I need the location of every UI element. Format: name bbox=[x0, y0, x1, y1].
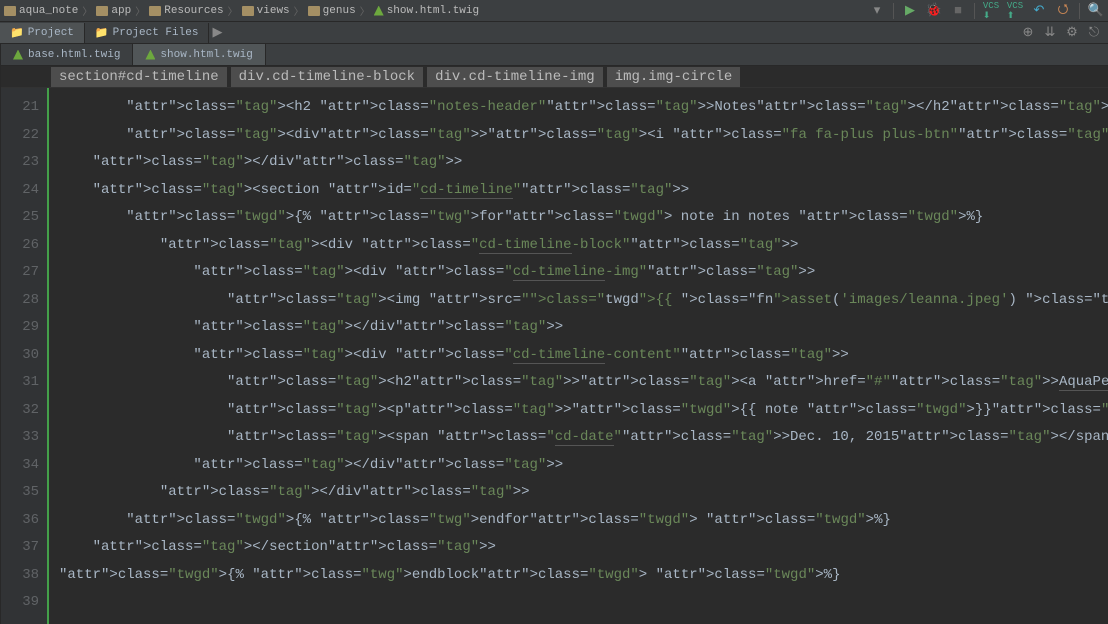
editor-tab[interactable]: base.html.twig bbox=[1, 44, 133, 65]
twig-icon bbox=[13, 50, 23, 60]
element-crumb[interactable]: div.cd-timeline-block bbox=[231, 67, 423, 87]
run-button[interactable]: ▶ bbox=[902, 3, 918, 19]
settings-icon[interactable]: ⚙ bbox=[1064, 25, 1080, 41]
breadcrumb-item[interactable]: genus bbox=[308, 5, 356, 17]
twig-icon bbox=[145, 50, 155, 60]
breadcrumb-item[interactable]: aqua_note bbox=[4, 5, 78, 17]
debug-button[interactable]: 🐞 bbox=[926, 3, 942, 19]
breadcrumb-bar: aqua_note〉app〉Resources〉views〉genus〉show… bbox=[0, 0, 1108, 22]
stop-button[interactable]: ■ bbox=[950, 3, 966, 19]
config-dropdown[interactable]: ▾ bbox=[869, 3, 885, 19]
element-crumb[interactable]: section#cd-timeline bbox=[51, 67, 227, 87]
vcs-commit-icon[interactable]: VCS⬆ bbox=[1007, 3, 1023, 19]
project-tool-tabs: 📁Project 📁Project Files ▶ ⊕ ⇊ ⚙ ⎋ bbox=[0, 22, 1108, 44]
locate-icon[interactable]: ⊕ bbox=[1020, 25, 1036, 41]
element-crumb[interactable]: img.img-circle bbox=[607, 67, 741, 87]
history-icon[interactable]: ↶ bbox=[1031, 3, 1047, 19]
breadcrumb-item[interactable]: Resources bbox=[149, 5, 223, 17]
tab-scroll-icon[interactable]: ▶ bbox=[209, 25, 225, 41]
breadcrumb-item[interactable]: views bbox=[242, 5, 290, 17]
element-breadcrumb: section#cd-timelinediv.cd-timeline-block… bbox=[1, 66, 1108, 88]
tab-project[interactable]: 📁Project bbox=[0, 23, 85, 43]
element-crumb[interactable]: div.cd-timeline-img bbox=[427, 67, 603, 87]
breadcrumb-item[interactable]: show.html.twig bbox=[374, 5, 479, 17]
hide-icon[interactable]: ⎋ bbox=[1086, 25, 1102, 41]
collapse-icon[interactable]: ⇊ bbox=[1042, 25, 1058, 41]
editor-tabs: base.html.twigshow.html.twig bbox=[1, 44, 1108, 66]
tab-project-files[interactable]: 📁Project Files bbox=[85, 23, 210, 43]
code-editor[interactable]: "attr">class="tag"><h2 "attr">class="not… bbox=[49, 88, 1108, 624]
revert-icon[interactable]: ⭯ bbox=[1055, 3, 1071, 19]
editor-tab[interactable]: show.html.twig bbox=[133, 44, 265, 65]
files-icon: 📁 bbox=[95, 26, 109, 40]
line-gutter: 21222324252627282930313233343536373839 bbox=[1, 88, 49, 624]
project-icon: 📁 bbox=[10, 26, 24, 40]
search-icon[interactable]: 🔍 bbox=[1088, 3, 1104, 19]
breadcrumb-item[interactable]: app bbox=[96, 5, 131, 17]
vcs-update-icon[interactable]: VCS⬇ bbox=[983, 3, 999, 19]
